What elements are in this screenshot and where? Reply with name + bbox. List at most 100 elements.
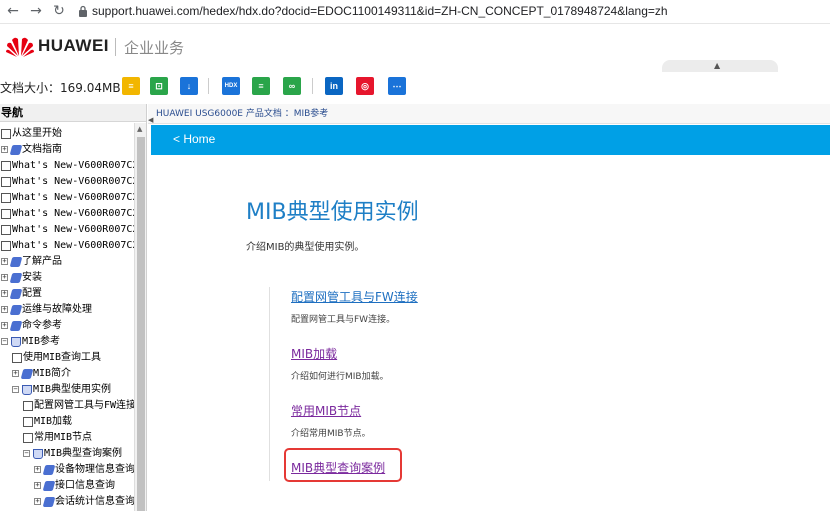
page-icon	[1, 177, 11, 187]
weibo-icon[interactable]: ◎	[356, 77, 374, 95]
nav-tree-item[interactable]: 从这里开始	[0, 126, 134, 142]
expand-icon[interactable]: +	[34, 498, 41, 505]
expand-icon[interactable]: +	[34, 466, 41, 473]
feedback-icon[interactable]: ≡	[252, 77, 270, 95]
nav-item-label: 使用MIB查询工具	[23, 352, 102, 363]
highlight-annotation	[284, 448, 402, 482]
linkedin-icon[interactable]: in	[325, 77, 343, 95]
nav-tree-item[interactable]: What's New-V600R007C20S	[0, 222, 146, 238]
book-icon	[20, 369, 34, 379]
nav-tree-item[interactable]: + 设备物理信息查询	[0, 462, 135, 478]
page-icon	[1, 193, 11, 203]
collapse-icon[interactable]: −	[12, 386, 19, 393]
nav-tree-item[interactable]: + 安装	[0, 270, 134, 286]
nav-tree-item[interactable]: + 了解产品	[0, 254, 134, 270]
book-icon	[42, 481, 56, 491]
nav-item-label: What's New-V600R007C20	[12, 240, 145, 251]
huawei-logo-icon[interactable]	[6, 34, 34, 58]
nav-tree-item[interactable]: 配置网管工具与FW连接	[0, 398, 136, 414]
nav-panel: 导航 从这里开始 + 文档指南 What's New-V600R007C20S What…	[0, 104, 147, 511]
nav-tree-item[interactable]: − MIB典型查询案例	[0, 446, 134, 462]
address-bar[interactable]: support.huawei.com/hedex/hdx.do?docid=ED…	[92, 4, 668, 18]
nav-tree-item[interactable]: + 配置	[0, 286, 134, 302]
nav-tree-item[interactable]: + 文档指南	[0, 142, 134, 158]
book-icon	[9, 145, 23, 155]
nav-item-label: 命令参考	[22, 320, 62, 331]
nav-scrollbar[interactable]: ▲	[134, 123, 146, 511]
brand-name[interactable]: HUAWEI	[38, 36, 109, 56]
nav-tree-item[interactable]: What's New-V600R007C20S	[0, 174, 146, 190]
book-icon	[9, 321, 23, 331]
content-area: ◀ HUAWEI USG6000E 产品文档 ：MIB参考 < Home MIB…	[148, 104, 830, 511]
share-icon[interactable]: ⋯	[388, 77, 406, 95]
home-link[interactable]: < Home	[173, 132, 215, 146]
link-mib-loading[interactable]: MIB加载	[291, 345, 337, 362]
expand-icon[interactable]: +	[1, 322, 8, 329]
doc-export-icon[interactable]: ⊡	[150, 77, 168, 95]
page-icon	[1, 225, 11, 235]
nav-item-label: What's New-V600R007C20S	[12, 176, 147, 187]
nav-item-label: 接口信息查询	[55, 480, 115, 491]
expand-icon[interactable]: +	[1, 274, 8, 281]
nav-item-label: 常用MIB节点	[34, 432, 93, 443]
page-icon	[23, 433, 33, 443]
nav-tree-item[interactable]: What's New-V600R007C20	[0, 238, 144, 254]
nav-item-label: 运维与故障处理	[22, 304, 92, 315]
breadcrumb-text[interactable]: HUAWEI USG6000E 产品文档 ：MIB参考	[156, 109, 328, 119]
link-icon[interactable]: ∞	[283, 77, 301, 95]
nav-scroll-thumb[interactable]	[137, 137, 145, 511]
nav-item-label: What's New-V600R007C20S	[12, 192, 147, 203]
caret-up-icon[interactable]: ▲	[714, 61, 720, 70]
back-arrow-icon[interactable]: ←	[4, 2, 22, 20]
reload-icon[interactable]: ↻	[50, 2, 68, 20]
page-icon	[23, 417, 33, 427]
home-bar: < Home	[151, 125, 830, 155]
collapse-icon[interactable]: −	[1, 338, 8, 345]
nav-item-label: What's New-V600R007C20S	[12, 208, 147, 219]
nav-item-label: 从这里开始	[12, 128, 62, 139]
nav-tree-item[interactable]: + 会话统计信息查询	[0, 494, 135, 510]
download-icon[interactable]: ↓	[180, 77, 198, 95]
nav-tree-item[interactable]: 常用MIB节点	[0, 430, 134, 446]
expand-icon[interactable]: +	[34, 482, 41, 489]
page-icon	[1, 209, 11, 219]
expand-icon[interactable]: +	[12, 370, 19, 377]
link-configure-nms[interactable]: 配置网管工具与FW连接	[291, 288, 418, 305]
book-icon	[9, 305, 23, 315]
links-divider	[269, 287, 270, 481]
brand-subtitle[interactable]: 企业业务	[124, 37, 184, 58]
nav-tree-item[interactable]: + 接口信息查询	[0, 478, 134, 494]
nav-tree-item[interactable]: + MIB简介	[0, 366, 134, 382]
expand-icon[interactable]: +	[1, 146, 8, 153]
link-common-mib-nodes[interactable]: 常用MIB节点	[291, 402, 361, 419]
forward-arrow-icon[interactable]: →	[27, 2, 45, 20]
nav-tree-item[interactable]: − MIB典型使用实例	[0, 382, 134, 398]
browser-toolbar: ← → ↻ support.huawei.com/hedex/hdx.do?do…	[0, 0, 830, 24]
page-icon	[1, 241, 11, 251]
hdx-icon[interactable]: HDX	[222, 77, 240, 95]
expand-icon[interactable]: +	[1, 306, 8, 313]
nav-tree-item[interactable]: − MIB参考	[0, 334, 134, 350]
book-icon	[9, 257, 23, 267]
page-title: MIB典型使用实例	[246, 200, 419, 225]
toolbar-divider	[312, 78, 313, 94]
nav-item-label: 会话统计信息查询	[55, 496, 135, 507]
page-icon	[23, 401, 33, 411]
open-book-icon	[33, 449, 43, 459]
scroll-up-icon[interactable]: ▲	[137, 125, 142, 133]
nav-tree-item[interactable]: + 运维与故障处理	[0, 302, 134, 318]
nav-tree-item[interactable]: What's New-V600R007C20S	[0, 206, 146, 222]
nav-tree-item[interactable]: 使用MIB查询工具	[0, 350, 134, 366]
expand-icon[interactable]: +	[1, 290, 8, 297]
link-desc: 配置网管工具与FW连接。	[291, 315, 396, 325]
nav-tree-item[interactable]: + 命令参考	[0, 318, 134, 334]
expand-icon[interactable]: +	[1, 258, 8, 265]
nav-tree-item[interactable]: What's New-V600R007C20S	[0, 190, 146, 206]
collapse-icon[interactable]: −	[23, 450, 30, 457]
nav-tree-item[interactable]: MIB加载	[0, 414, 134, 430]
open-book-icon	[22, 385, 32, 395]
lock-icon[interactable]	[78, 5, 88, 17]
nav-tree-item[interactable]: What's New-V600R007C20S	[0, 158, 146, 174]
nav-item-label: MIB参考	[22, 336, 61, 347]
pdf-download-icon[interactable]: ≡	[122, 77, 140, 95]
